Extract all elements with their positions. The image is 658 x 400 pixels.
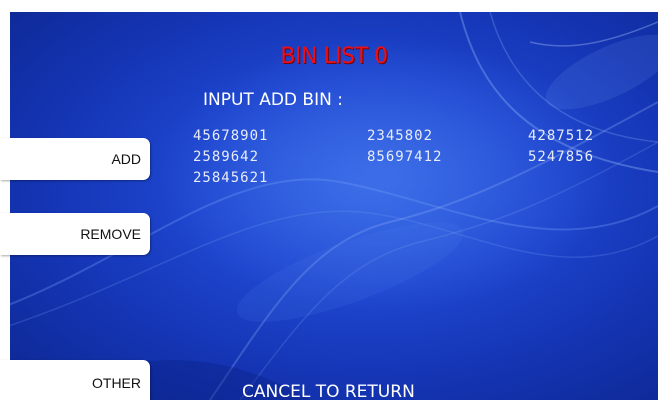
bin-entry: 45678901 <box>193 128 269 144</box>
atm-display: BIN LIST 0 INPUT ADD BIN : 45678901 2345… <box>0 0 658 400</box>
remove-button-label: REMOVE <box>80 226 141 242</box>
input-prompt: INPUT ADD BIN : <box>203 90 343 110</box>
bin-entry: 25845621 <box>193 170 269 186</box>
add-button-label: ADD <box>111 151 141 167</box>
screen-title: BIN LIST 0 <box>280 44 388 69</box>
add-button[interactable]: ADD <box>0 138 150 180</box>
bin-entry: 85697412 <box>367 149 443 165</box>
bin-entry: 5247856 <box>528 149 595 165</box>
other-button-label: OTHER <box>92 375 141 391</box>
other-button[interactable]: OTHER <box>0 360 150 400</box>
background-swirl <box>10 12 658 400</box>
cancel-instruction: CANCEL TO RETURN <box>242 382 415 400</box>
bin-entry: 4287512 <box>528 128 595 144</box>
atm-screen: BIN LIST 0 INPUT ADD BIN : 45678901 2345… <box>10 12 658 400</box>
bin-entry: 2345802 <box>367 128 434 144</box>
remove-button[interactable]: REMOVE <box>0 213 150 255</box>
bin-entry: 2589642 <box>193 149 260 165</box>
